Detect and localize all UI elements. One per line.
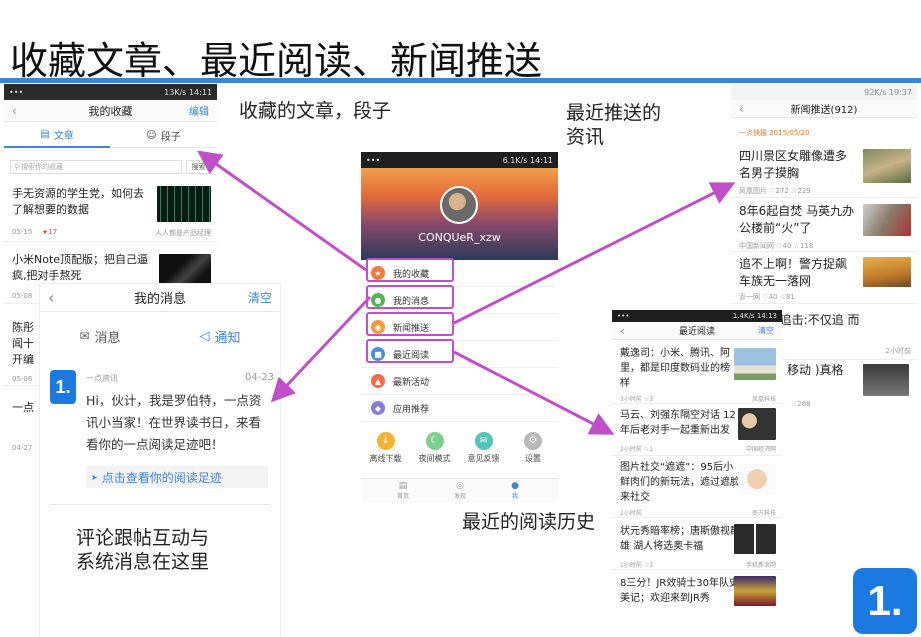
arrow-to-messages — [270, 295, 372, 403]
arrow-to-favorites — [197, 150, 367, 272]
arrow-to-push — [453, 182, 736, 325]
annotation-arrows — [197, 150, 736, 435]
arrow-to-recent — [453, 350, 615, 435]
